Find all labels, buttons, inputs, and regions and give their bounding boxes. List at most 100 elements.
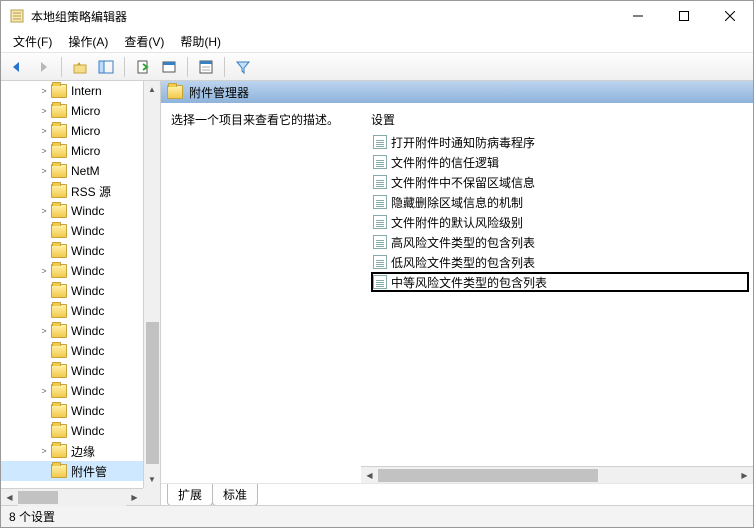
menu-help[interactable]: 帮助(H): [172, 31, 229, 52]
refresh-button[interactable]: [157, 55, 181, 79]
tree-item[interactable]: Windc: [1, 401, 143, 421]
setting-item[interactable]: 文件附件的信任逻辑: [371, 152, 749, 172]
minimize-button[interactable]: [615, 1, 661, 31]
tab-extended[interactable]: 扩展: [167, 484, 213, 506]
setting-item[interactable]: 文件附件的默认风险级别: [371, 212, 749, 232]
expander-icon[interactable]: >: [37, 166, 51, 176]
content-horizontal-scrollbar[interactable]: ◀ ▶: [361, 466, 753, 483]
tree-item-label: NetM: [71, 164, 100, 178]
folder-icon: [51, 284, 67, 298]
back-button[interactable]: [5, 55, 29, 79]
tree-item[interactable]: >Intern: [1, 81, 143, 101]
show-hide-tree-button[interactable]: [94, 55, 118, 79]
scroll-down-icon[interactable]: ▼: [144, 471, 160, 488]
content-path-header: 附件管理器: [161, 81, 753, 103]
tree-item[interactable]: Windc: [1, 341, 143, 361]
scroll-thumb[interactable]: [18, 491, 58, 504]
tree-item-label: Windc: [71, 264, 104, 278]
policy-icon: [373, 235, 387, 249]
expander-icon[interactable]: >: [37, 146, 51, 156]
tree-item[interactable]: Windc: [1, 241, 143, 261]
expander-icon[interactable]: >: [37, 86, 51, 96]
tree-item[interactable]: > Windc: [1, 261, 143, 281]
toolbar-separator: [187, 57, 188, 77]
maximize-button[interactable]: [661, 1, 707, 31]
setting-item[interactable]: 高风险文件类型的包含列表: [371, 232, 749, 252]
titlebar: 本地组策略编辑器: [1, 1, 753, 31]
folder-icon: [51, 124, 67, 138]
tree-horizontal-scrollbar[interactable]: ◀ ▶: [1, 488, 143, 505]
tree-item[interactable]: >Windc: [1, 201, 143, 221]
scroll-thumb[interactable]: [378, 469, 598, 482]
scroll-up-icon[interactable]: ▲: [144, 81, 160, 98]
tree-item[interactable]: Windc: [1, 221, 143, 241]
expander-icon[interactable]: >: [37, 126, 51, 136]
tabs-row: 扩展 标准: [161, 483, 753, 505]
close-button[interactable]: [707, 1, 753, 31]
tree-vertical-scrollbar[interactable]: ▲ ▼: [143, 81, 160, 488]
tree-item[interactable]: RSS 源: [1, 181, 143, 201]
export-button[interactable]: [131, 55, 155, 79]
setting-label: 文件附件的信任逻辑: [391, 154, 499, 171]
tree-item-label: Micro: [71, 124, 100, 138]
tree-scroll: >Intern>Micro>Micro>Micro>NetMRSS 源>Wind…: [1, 81, 143, 488]
menu-action[interactable]: 操作(A): [60, 31, 116, 52]
scroll-track[interactable]: [18, 489, 126, 506]
forward-button[interactable]: [31, 55, 55, 79]
setting-label: 中等风险文件类型的包含列表: [391, 274, 547, 291]
setting-item[interactable]: 文件附件中不保留区域信息: [371, 172, 749, 192]
expander-icon[interactable]: >: [37, 266, 51, 276]
scroll-left-icon[interactable]: ◀: [361, 467, 378, 483]
folder-icon: [167, 85, 183, 99]
tab-standard[interactable]: 标准: [212, 484, 258, 506]
properties-button[interactable]: [194, 55, 218, 79]
toolbar-separator: [124, 57, 125, 77]
filter-button[interactable]: [231, 55, 255, 79]
up-button[interactable]: [68, 55, 92, 79]
tree-item-label: Windc: [71, 364, 104, 378]
menu-view[interactable]: 查看(V): [116, 31, 172, 52]
folder-icon: [51, 184, 67, 198]
expander-icon[interactable]: >: [37, 446, 51, 456]
scroll-right-icon[interactable]: ▶: [736, 467, 753, 483]
setting-item[interactable]: 隐藏删除区域信息的机制: [371, 192, 749, 212]
tree-item-label: Windc: [71, 224, 104, 238]
tree-item[interactable]: Windc: [1, 281, 143, 301]
scroll-left-icon[interactable]: ◀: [1, 489, 18, 506]
expander-icon[interactable]: >: [37, 106, 51, 116]
settings-column-header[interactable]: 设置: [361, 103, 753, 132]
menu-file[interactable]: 文件(F): [5, 31, 60, 52]
folder-icon: [51, 464, 67, 478]
tree-item[interactable]: >Windc: [1, 381, 143, 401]
description-prompt: 选择一个项目来查看它的描述。: [171, 111, 351, 128]
tree-item[interactable]: > NetM: [1, 161, 143, 181]
tree-item-label: Windc: [71, 304, 104, 318]
setting-item[interactable]: 低风险文件类型的包含列表: [371, 252, 749, 272]
menubar: 文件(F) 操作(A) 查看(V) 帮助(H): [1, 31, 753, 53]
tree-item[interactable]: Windc: [1, 421, 143, 441]
tree-item[interactable]: 附件管: [1, 461, 143, 481]
content-header-label: 附件管理器: [189, 84, 249, 101]
scroll-thumb[interactable]: [146, 322, 159, 464]
tree-item[interactable]: >Windc: [1, 321, 143, 341]
folder-icon: [51, 164, 67, 178]
expander-icon[interactable]: >: [37, 326, 51, 336]
expander-icon[interactable]: >: [37, 206, 51, 216]
tree-item[interactable]: >Micro: [1, 141, 143, 161]
scroll-track[interactable]: [144, 98, 160, 471]
setting-label: 高风险文件类型的包含列表: [391, 234, 535, 251]
tree-item-label: Windc: [71, 344, 104, 358]
tree-item[interactable]: > Micro: [1, 121, 143, 141]
setting-item[interactable]: 打开附件时通知防病毒程序: [371, 132, 749, 152]
tree-item-label: 附件管: [71, 463, 107, 480]
app-icon: [9, 8, 25, 24]
setting-item[interactable]: 中等风险文件类型的包含列表: [371, 272, 749, 292]
tree-item[interactable]: Windc: [1, 361, 143, 381]
tree-item-label: 边缘: [71, 443, 95, 460]
tree-item[interactable]: > 边缘: [1, 441, 143, 461]
scroll-right-icon[interactable]: ▶: [126, 489, 143, 506]
expander-icon[interactable]: >: [37, 386, 51, 396]
tree-item[interactable]: Windc: [1, 301, 143, 321]
tree-item[interactable]: >Micro: [1, 101, 143, 121]
scroll-track[interactable]: [378, 467, 736, 483]
